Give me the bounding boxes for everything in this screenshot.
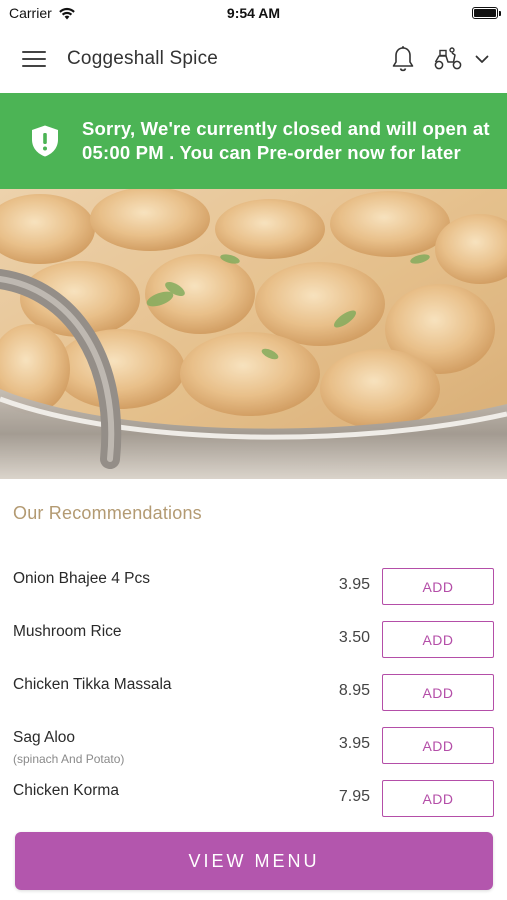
closed-message: Sorry, We're currently closed and will o… (82, 118, 490, 163)
header-actions (391, 45, 489, 73)
status-left: Carrier (9, 5, 76, 21)
list-item: Sag Aloo (spinach And Potato) 3.95 ADD (0, 721, 507, 774)
battery-icon (472, 7, 501, 19)
shield-alert-icon (32, 125, 58, 157)
add-button[interactable]: ADD (382, 621, 494, 658)
add-button[interactable]: ADD (382, 568, 494, 605)
item-price: 7.95 (338, 788, 370, 805)
item-price: 8.95 (338, 682, 370, 699)
list-item: Chicken Tikka Massala 8.95 ADD (0, 668, 507, 721)
item-name: Onion Bhajee 4 Pcs (13, 570, 151, 587)
add-button[interactable]: ADD (382, 674, 494, 711)
list-item: Onion Bhajee 4 Pcs 3.95 ADD (0, 562, 507, 615)
wifi-icon (58, 7, 75, 19)
recommendations-title: Our Recommendations (13, 503, 202, 523)
bell-icon[interactable] (391, 45, 415, 73)
item-name: Mushroom Rice (13, 623, 122, 640)
menu-icon[interactable] (22, 49, 46, 69)
chevron-down-icon (475, 55, 489, 63)
item-price: 3.95 (338, 735, 370, 752)
item-price: 3.95 (338, 576, 370, 593)
item-name: Chicken Korma (13, 782, 119, 799)
curry-dish-image (0, 189, 507, 479)
app-header: Coggeshall Spice (0, 26, 507, 92)
status-bar: Carrier 9:54 AM (0, 0, 507, 26)
add-button[interactable]: ADD (382, 780, 494, 817)
item-name: Chicken Tikka Massala (13, 676, 172, 693)
status-time: 9:54 AM (226, 5, 281, 21)
item-price: 3.50 (338, 629, 370, 646)
add-button[interactable]: ADD (382, 727, 494, 764)
delivery-dropdown[interactable] (433, 47, 489, 71)
closed-notice-banner: Sorry, We're currently closed and will o… (0, 93, 507, 189)
restaurant-title: Coggeshall Spice (67, 48, 219, 69)
carrier-label: Carrier (9, 5, 52, 21)
item-subtitle: (spinach And Potato) (13, 752, 125, 766)
list-item: Chicken Korma 7.95 ADD (0, 774, 507, 827)
list-item: Mushroom Rice 3.50 ADD (0, 615, 507, 668)
item-name: Sag Aloo (13, 729, 76, 746)
scooter-icon (434, 47, 462, 70)
view-menu-button[interactable]: VIEW MENU (15, 832, 493, 890)
